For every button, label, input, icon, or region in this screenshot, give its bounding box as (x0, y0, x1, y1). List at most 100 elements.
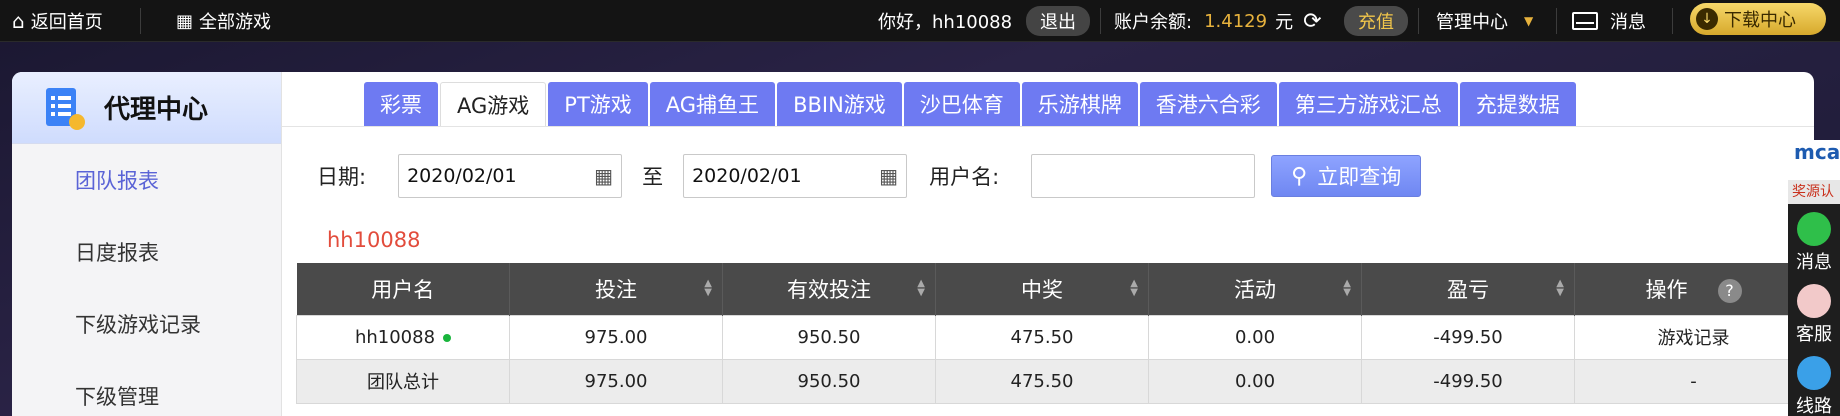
col-bets[interactable]: 投注 ▲ ▼ (509, 263, 723, 315)
username-value: hh10088 (354, 326, 436, 348)
col-bets-label: 投注 (595, 277, 637, 302)
table-header-row: 用户名 投注 ▲ ▼ 有效投注 ▲ ▼ 中奖 ▲ ▼ 活动 ▲ ▼ 盈亏 ▲ ▼ 操作? (296, 263, 1813, 315)
tab-ag-fishing[interactable]: AG捕鱼王 (649, 82, 776, 126)
download-icon: ↓ (1696, 8, 1718, 30)
all-games-link[interactable]: ▦ 全部游戏 (176, 0, 271, 42)
refresh-icon[interactable]: ⟳ (1303, 9, 1321, 34)
tab-pt-games[interactable]: PT游戏 (548, 82, 648, 126)
chat-icon (1797, 212, 1831, 246)
sidebar-title: 代理中心 (104, 95, 209, 125)
col-activity-label: 活动 (1234, 277, 1276, 302)
cell-username: 团队总计 (296, 358, 510, 404)
cell-username: hh10088 (296, 314, 510, 360)
speedometer-icon (1797, 356, 1831, 390)
float-customer-service[interactable]: 客服 (1788, 280, 1840, 345)
divider (1418, 8, 1419, 34)
help-icon[interactable]: ? (1717, 278, 1742, 303)
col-valid-bets[interactable]: 有效投注 ▲ ▼ (722, 263, 936, 315)
online-status-icon (443, 333, 452, 342)
sidebar-item-sub-game-records[interactable]: 下级游戏记录 (12, 288, 281, 360)
sidebar-item-sub-management[interactable]: 下级管理 (12, 360, 281, 416)
tab-third-party-summary[interactable]: 第三方游戏汇总 (1278, 82, 1458, 126)
cell-profit-loss: -499.50 (1361, 358, 1575, 404)
col-activity[interactable]: 活动 ▲ ▼ (1148, 263, 1362, 315)
to-label: 至 (642, 165, 664, 189)
team-report-table: 用户名 投注 ▲ ▼ 有效投注 ▲ ▼ 中奖 ▲ ▼ 活动 ▲ ▼ 盈亏 ▲ ▼ 操作? hh100… (296, 263, 1813, 404)
col-actions: 操作? (1574, 263, 1813, 315)
sidebar-item-daily-report[interactable]: 日度报表 (12, 216, 281, 288)
sort-icon[interactable]: ▲ ▼ (1343, 279, 1351, 298)
recharge-wrap: 充值 (1344, 0, 1408, 42)
sort-icon[interactable]: ▲ ▼ (917, 279, 925, 298)
messages-label: 消息 (1610, 12, 1646, 33)
partner-logo: mca (1788, 140, 1840, 180)
tab-saba-sports[interactable]: 沙巴体育 (903, 82, 1020, 126)
tab-ag-games[interactable]: AG游戏 (440, 82, 547, 126)
divider (1672, 8, 1673, 34)
table-row-total: 团队总计 975.00 950.50 475.50 0.00 -499.50 - (296, 358, 1813, 404)
logout-button[interactable]: 退出 (1026, 6, 1090, 36)
sort-icon[interactable]: ▲ ▼ (1130, 279, 1138, 298)
balance-label: 账户余额: (1114, 12, 1193, 33)
cell-profit-loss: -499.50 (1361, 314, 1575, 360)
recharge-button[interactable]: 充值 (1344, 6, 1408, 36)
float-messages-label: 消息 (1796, 252, 1832, 273)
manage-menu[interactable]: 管理中心 ▼ (1436, 0, 1533, 42)
col-actions-label: 操作 (1645, 277, 1688, 302)
balance: 账户余额: 1.4129 元 ⟳ (1114, 0, 1322, 42)
download-center-button[interactable]: ↓ 下载中心 (1690, 3, 1826, 35)
tab-hk-mark-six[interactable]: 香港六合彩 (1139, 82, 1277, 126)
cell-valid-bets: 950.50 (722, 314, 936, 360)
logout-wrap: 退出 (1026, 0, 1090, 42)
download-label: 下载中心 (1724, 10, 1796, 31)
col-username-label: 用户名 (371, 277, 435, 302)
query-button-label: 立即查询 (1317, 165, 1402, 189)
award-tag: 奖源认 (1788, 180, 1840, 204)
username-input[interactable] (1031, 154, 1256, 198)
divider (140, 8, 141, 34)
home-link[interactable]: ⌂ 返回首页 (12, 0, 103, 42)
manage-label: 管理中心 (1436, 12, 1508, 33)
top-bar: ⌂ 返回首页 ▦ 全部游戏 你好，hh10088 退出 账户余额: 1.4129… (0, 0, 1840, 42)
date-from-value: 2020/02/01 (407, 165, 517, 187)
all-games-label: 全部游戏 (199, 12, 272, 33)
calendar-icon[interactable]: ▦ (594, 164, 613, 188)
cell-bets: 975.00 (509, 314, 723, 360)
date-to-input[interactable]: 2020/02/01 ▦ (683, 154, 908, 198)
balance-unit: 元 (1275, 12, 1294, 33)
sidebar-header: 代理中心 (12, 72, 281, 144)
tab-lottery[interactable]: 彩票 (364, 82, 438, 126)
game-records-link[interactable]: 游戏记录 (1574, 314, 1813, 360)
sort-icon[interactable]: ▲ ▼ (704, 279, 712, 298)
username-label: 用户名: (929, 165, 1000, 189)
tab-deposit-withdraw-data[interactable]: 充提数据 (1459, 82, 1576, 126)
tab-bbin-games[interactable]: BBIN游戏 (777, 82, 902, 126)
col-profit-loss[interactable]: 盈亏 ▲ ▼ (1361, 263, 1575, 315)
divider (1100, 8, 1101, 34)
calendar-icon[interactable]: ▦ (879, 164, 898, 188)
col-winnings[interactable]: 中奖 ▲ ▼ (935, 263, 1149, 315)
col-winnings-label: 中奖 (1021, 277, 1063, 302)
date-from-input[interactable]: 2020/02/01 ▦ (398, 154, 623, 198)
float-messages[interactable]: 消息 (1788, 208, 1840, 273)
messages-link[interactable]: 消息 (1572, 0, 1646, 42)
sort-icon[interactable]: ▲ ▼ (1556, 279, 1564, 298)
agent-center-icon (46, 87, 85, 130)
greeting: 你好，hh10088 (878, 0, 1012, 42)
search-icon: ⚲ (1291, 163, 1308, 189)
date-label: 日期: (317, 165, 367, 189)
query-button[interactable]: ⚲ 立即查询 (1271, 155, 1422, 197)
cell-winnings: 475.50 (935, 314, 1149, 360)
support-agent-icon (1797, 284, 1831, 318)
main-panel: 代理中心 团队报表 日度报表 下级游戏记录 下级管理 彩票 AG游戏 PT游戏 … (12, 72, 1814, 416)
cell-activity: 0.00 (1148, 314, 1362, 360)
float-service-label: 客服 (1796, 324, 1832, 345)
float-route[interactable]: 线路 (1788, 352, 1840, 416)
cell-valid-bets: 950.50 (722, 358, 936, 404)
tab-leyou-chess[interactable]: 乐游棋牌 (1021, 82, 1138, 126)
game-tabs: 彩票 AG游戏 PT游戏 AG捕鱼王 BBIN游戏 沙巴体育 乐游棋牌 香港六合… (364, 82, 1578, 126)
date-to-value: 2020/02/01 (692, 165, 802, 187)
cell-winnings: 475.50 (935, 358, 1149, 404)
sidebar-item-team-report[interactable]: 团队报表 (12, 144, 281, 216)
col-username: 用户名 (296, 263, 510, 315)
